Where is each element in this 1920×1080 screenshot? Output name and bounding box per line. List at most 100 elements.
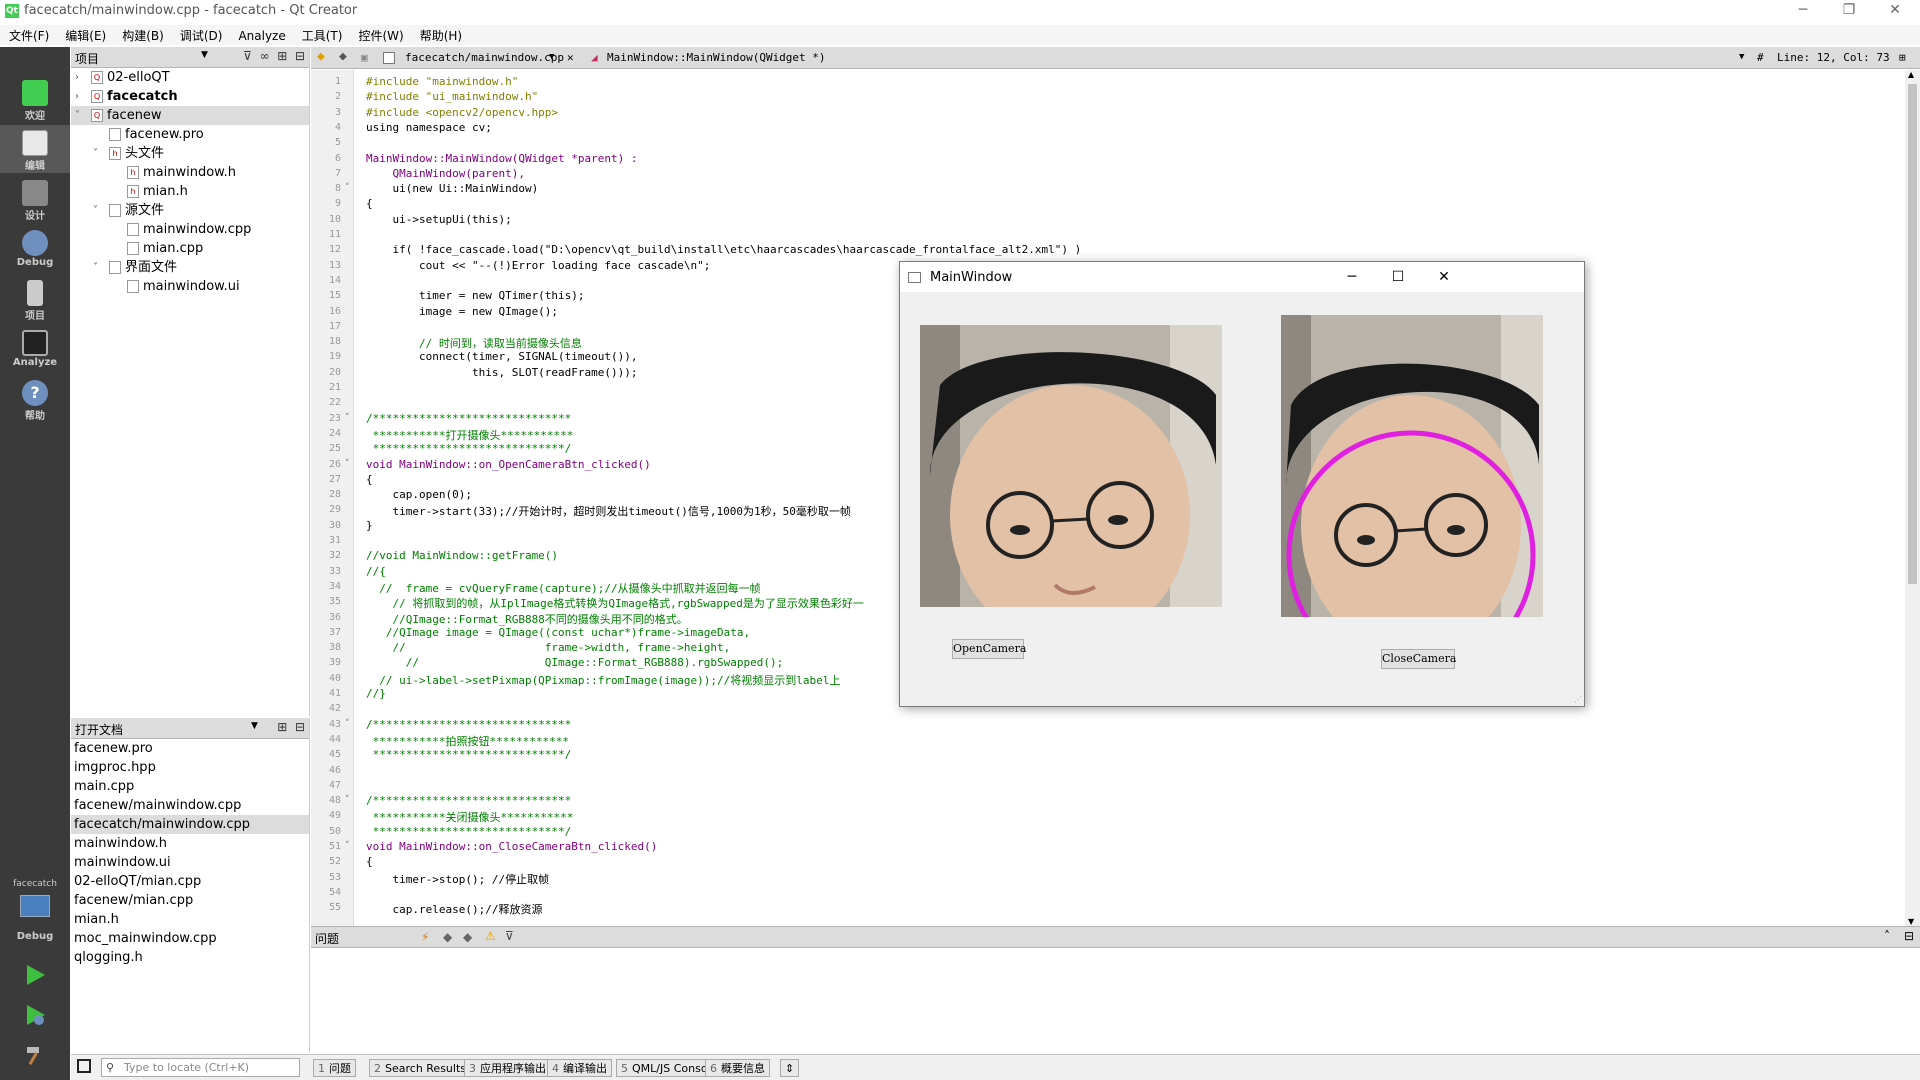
debug-run-button[interactable] <box>0 1003 70 1039</box>
tree-item[interactable]: facenew.pro <box>71 125 309 144</box>
clear-output-icon[interactable]: ⚡ <box>421 930 429 944</box>
open-document-item[interactable]: qlogging.h <box>71 948 309 967</box>
app-close-icon[interactable]: ✕ <box>1424 266 1464 288</box>
fold-marker-icon[interactable]: ˅ <box>345 459 350 469</box>
output-tab[interactable]: 3 应用程序输出 <box>464 1059 551 1077</box>
tree-expand-icon[interactable]: ˅ <box>93 258 105 277</box>
open-document-item[interactable]: moc_mainwindow.cpp <box>71 929 309 948</box>
menu-edit[interactable]: 编辑(E) <box>56 25 113 44</box>
tree-expand-icon[interactable]: › <box>75 87 87 106</box>
menu-widgets[interactable]: 控件(W) <box>349 25 410 44</box>
fold-marker-icon[interactable]: ˅ <box>345 183 350 193</box>
filter-icon[interactable]: ⊽ <box>243 49 252 63</box>
more-tabs-icon[interactable]: ⇕ <box>780 1059 800 1077</box>
file-dropdown-icon[interactable]: ▼ <box>549 52 554 62</box>
tree-item[interactable]: ˅ h 头文件 <box>71 144 309 163</box>
mode-debug[interactable]: Debug <box>0 225 70 273</box>
symbol-selector[interactable]: MainWindow::MainWindow(QWidget *) <box>607 51 826 64</box>
tree-item[interactable]: ˅ 源文件 <box>71 201 309 220</box>
pane-select-arrow-icon[interactable]: ▼ <box>201 50 208 60</box>
mode-projects[interactable]: 项目 <box>0 275 70 323</box>
tree-item[interactable]: mian.cpp <box>71 239 309 258</box>
fold-marker-icon[interactable]: ˅ <box>345 795 350 805</box>
tree-item[interactable]: h mainwindow.h <box>71 163 309 182</box>
tree-expand-icon[interactable]: › <box>75 68 87 87</box>
split-icon[interactable]: ⊞ <box>277 49 287 63</box>
editor-scrollbar[interactable]: ▲ ▼ <box>1905 70 1920 926</box>
open-document-item[interactable]: facenew.pro <box>71 739 309 758</box>
output-tab[interactable]: 4 编译输出 <box>547 1059 612 1077</box>
mode-help[interactable]: ? 帮助 <box>0 375 70 423</box>
open-document-item[interactable]: mian.h <box>71 910 309 929</box>
open-document-item[interactable]: facenew/mainwindow.cpp <box>71 796 309 815</box>
warning-filter-icon[interactable]: ⚠ <box>485 929 496 943</box>
prev-item-icon[interactable]: ◆ <box>443 930 452 944</box>
menu-help[interactable]: 帮助(H) <box>411 25 469 44</box>
forward-arrow-icon[interactable]: ◆ <box>339 49 347 64</box>
next-item-icon[interactable]: ◆ <box>463 930 472 944</box>
toggle-sidebar-icon[interactable] <box>77 1059 91 1073</box>
current-file-selector[interactable]: facecatch/mainwindow.cpp <box>405 51 564 64</box>
locator-input[interactable]: ⚲ Type to locate (Ctrl+K) <box>101 1058 300 1077</box>
menu-file[interactable]: 文件(F) <box>0 25 56 44</box>
menu-build[interactable]: 构建(B) <box>113 25 171 44</box>
tree-item[interactable]: ˅ 界面文件 <box>71 258 309 277</box>
output-tab[interactable]: 1 问题 <box>313 1059 356 1077</box>
menu-analyze[interactable]: Analyze <box>229 27 292 43</box>
tree-expand-icon[interactable]: ˅ <box>93 201 105 220</box>
close-pane-icon[interactable]: ⊟ <box>1904 929 1914 943</box>
fold-marker-icon[interactable]: ˅ <box>345 841 350 851</box>
close-document-icon[interactable]: ✕ <box>567 51 574 64</box>
open-document-item[interactable]: main.cpp <box>71 777 309 796</box>
menu-tools[interactable]: 工具(T) <box>293 25 350 44</box>
close-pane-icon[interactable]: ⊟ <box>295 49 305 63</box>
mode-analyze[interactable]: Analyze <box>0 325 70 373</box>
open-document-item[interactable]: imgproc.hpp <box>71 758 309 777</box>
tree-item[interactable]: › Qfacecatch <box>71 87 309 106</box>
open-document-item[interactable]: facecatch/mainwindow.cpp <box>71 815 309 834</box>
close-camera-button[interactable]: CloseCamera <box>1381 649 1456 669</box>
tree-item[interactable]: › Q 02-elloQT <box>71 68 309 87</box>
close-icon[interactable]: ✕ <box>1872 0 1918 22</box>
output-tab[interactable]: 6 概要信息 <box>705 1059 770 1077</box>
kit-selector-icon[interactable] <box>20 895 50 917</box>
minimize-icon[interactable]: ─ <box>1780 0 1826 22</box>
run-button[interactable] <box>0 963 70 999</box>
tree-expand-icon[interactable]: ˅ <box>93 144 105 163</box>
menu-debug[interactable]: 调试(D) <box>171 25 230 44</box>
split-editor-icon[interactable]: ⊞ <box>1899 51 1906 64</box>
maximize-pane-icon[interactable]: ˄ <box>1884 929 1890 943</box>
output-tab[interactable]: 2 Search Results <box>369 1059 472 1077</box>
open-document-item[interactable]: mainwindow.ui <box>71 853 309 872</box>
app-maximize-icon[interactable]: ☐ <box>1378 266 1418 288</box>
split-icon[interactable]: ⊞ <box>277 720 287 734</box>
build-button[interactable] <box>0 1043 70 1079</box>
open-document-item[interactable]: facenew/mian.cpp <box>71 891 309 910</box>
filter-icon[interactable]: ⊽ <box>505 929 514 943</box>
link-icon[interactable]: ∞ <box>260 49 270 63</box>
tree-item[interactable]: ˅ Qfacenew <box>71 106 309 125</box>
fold-marker-icon[interactable]: ˅ <box>345 413 350 423</box>
open-camera-button[interactable]: OpenCamera <box>952 639 1026 659</box>
mode-welcome[interactable]: 欢迎 <box>0 75 70 123</box>
back-arrow-icon[interactable]: ◆ <box>317 49 325 64</box>
fold-marker-icon[interactable]: ˅ <box>345 719 350 729</box>
tree-item[interactable]: mainwindow.cpp <box>71 220 309 239</box>
resize-grip-icon[interactable]: ⋰ <box>1574 695 1582 704</box>
tree-item[interactable]: h mian.h <box>71 182 309 201</box>
tree-item[interactable]: mainwindow.ui <box>71 277 309 296</box>
tree-expand-icon[interactable]: ˅ <box>75 106 87 125</box>
mode-edit[interactable]: 编辑 <box>0 125 70 173</box>
restore-icon[interactable]: ❐ <box>1826 0 1872 22</box>
app-minimize-icon[interactable]: ─ <box>1332 266 1372 288</box>
scroll-up-icon[interactable]: ▲ <box>1908 70 1914 79</box>
cursor-position[interactable]: Line: 12, Col: 73 <box>1777 51 1890 64</box>
pane-select-arrow-icon[interactable]: ▼ <box>251 721 258 731</box>
scroll-down-icon[interactable]: ▼ <box>1908 917 1914 926</box>
symbol-dropdown-icon[interactable]: ▼ <box>1739 52 1744 62</box>
open-document-item[interactable]: 02-elloQT/mian.cpp <box>71 872 309 891</box>
close-pane-icon[interactable]: ⊟ <box>295 720 305 734</box>
mode-design[interactable]: 设计 <box>0 175 70 223</box>
scrollbar-thumb[interactable] <box>1908 84 1917 584</box>
open-document-item[interactable]: mainwindow.h <box>71 834 309 853</box>
